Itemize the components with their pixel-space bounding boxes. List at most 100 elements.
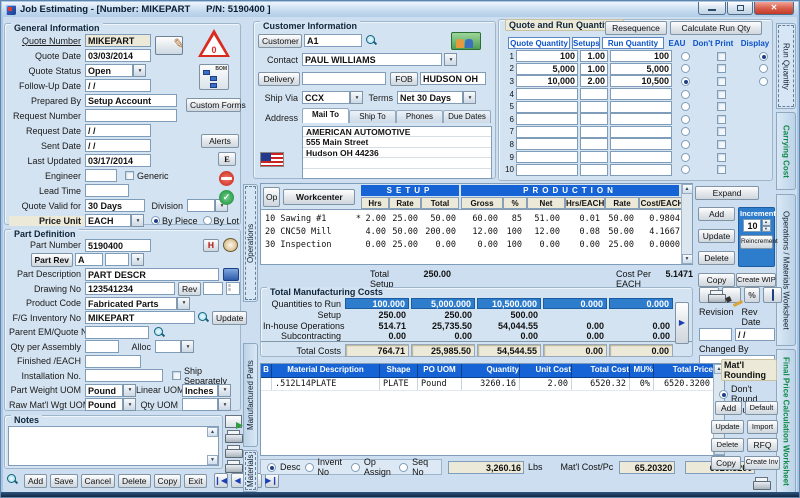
- notes-textarea[interactable]: ▲ ▼: [8, 426, 219, 466]
- delete-material-button[interactable]: Delete: [711, 438, 744, 452]
- finished-each-field[interactable]: [85, 355, 141, 368]
- maximize-button[interactable]: [727, 2, 753, 15]
- tmc-scroll-right-button[interactable]: ▶: [675, 302, 689, 344]
- calculate-run-qty-button[interactable]: Calculate Run Qty: [670, 21, 762, 35]
- setups-input[interactable]: [580, 88, 608, 100]
- qty-uom-field[interactable]: [182, 398, 218, 411]
- quote-qty-input[interactable]: 10,000: [516, 75, 578, 87]
- contact-person-icon[interactable]: [223, 238, 238, 252]
- tab-final-price-worksheet[interactable]: Final Price Calculation Worksheet: [776, 349, 796, 494]
- part-rev-button[interactable]: Part Rev: [31, 253, 74, 267]
- part-weight-uom-field[interactable]: Pound: [85, 384, 123, 397]
- eau-radio[interactable]: [681, 115, 690, 124]
- last-record-button[interactable]: ▶❙: [265, 473, 279, 488]
- eau-radio[interactable]: [681, 140, 690, 149]
- dont-print-checkbox[interactable]: [717, 90, 726, 99]
- quote-status-field[interactable]: Open: [85, 64, 133, 77]
- customer-finance-icon[interactable]: [451, 32, 481, 50]
- increment-field[interactable]: 10: [743, 219, 761, 232]
- import-material-button[interactable]: Import: [747, 420, 778, 434]
- setups-input[interactable]: [580, 126, 608, 138]
- run-qty-input[interactable]: [610, 101, 672, 113]
- tab-operations-materials-worksheet[interactable]: Operations / Materials Worksheet: [776, 194, 796, 346]
- alloc-dropdown[interactable]: [181, 340, 194, 353]
- add-operation-button[interactable]: Add: [698, 207, 735, 221]
- percent-button[interactable]: %: [744, 287, 760, 303]
- display-radio[interactable]: [759, 52, 768, 61]
- print-worksheet-icon[interactable]: [225, 445, 242, 458]
- eau-radio[interactable]: [681, 77, 690, 86]
- bom-icon[interactable]: BOM: [199, 64, 229, 90]
- operations-scrollbar[interactable]: ▲▼: [681, 184, 692, 264]
- customer-search-icon[interactable]: [365, 34, 378, 47]
- parent-quote-field[interactable]: [85, 326, 149, 339]
- eau-radio[interactable]: [681, 153, 690, 162]
- run-qty-input[interactable]: [610, 88, 672, 100]
- eau-radio[interactable]: [681, 90, 690, 99]
- fob-button[interactable]: FOB: [390, 72, 418, 86]
- eau-radio[interactable]: [681, 127, 690, 136]
- alerts-button[interactable]: Alerts: [201, 134, 239, 148]
- parent-quote-search-icon[interactable]: [153, 326, 166, 339]
- dont-print-checkbox[interactable]: [717, 52, 726, 61]
- report-icon[interactable]: [225, 415, 242, 428]
- quote-qty-input[interactable]: 100: [516, 50, 578, 62]
- op-button[interactable]: Op: [263, 187, 280, 207]
- raw-matl-uom-dropdown[interactable]: [123, 398, 136, 411]
- update-material-button[interactable]: Update: [711, 420, 744, 434]
- delete-record-button[interactable]: Delete: [118, 474, 151, 488]
- product-code-field[interactable]: Fabricated Parts: [85, 297, 177, 310]
- rev-date-field[interactable]: / /: [735, 328, 775, 341]
- quote-qty-input[interactable]: 5,000: [516, 63, 578, 75]
- update-inventory-button[interactable]: Update: [212, 311, 247, 325]
- ship-separately-checkbox[interactable]: [172, 371, 181, 380]
- eau-radio[interactable]: [681, 52, 690, 61]
- run-qty-input[interactable]: [610, 138, 672, 150]
- record-search-icon[interactable]: [6, 473, 21, 488]
- part-rev-field2[interactable]: [105, 253, 129, 266]
- tab-phones[interactable]: Phones: [396, 110, 443, 123]
- terms-dropdown[interactable]: [463, 91, 476, 104]
- quote-qty-input[interactable]: [516, 101, 578, 113]
- drawing-no-field[interactable]: 123541234: [85, 282, 175, 295]
- setups-input[interactable]: [580, 113, 608, 125]
- print-materials-icon[interactable]: [753, 477, 770, 490]
- installation-no-field[interactable]: [85, 369, 163, 382]
- ops-scroll-up[interactable]: ▲: [682, 184, 693, 194]
- run-qty-input[interactable]: [610, 113, 672, 125]
- dont-print-checkbox[interactable]: [717, 140, 726, 149]
- tab-run-quantity[interactable]: Run Quantity: [776, 23, 796, 109]
- ship-via-field[interactable]: CCX: [302, 91, 350, 104]
- drawing-rev-button[interactable]: Rev: [178, 282, 201, 296]
- quote-qty-input[interactable]: [516, 113, 578, 125]
- notes-scroll-down[interactable]: ▼: [207, 455, 218, 465]
- setups-input[interactable]: [580, 101, 608, 113]
- operation-row[interactable]: 20 CNC50 Mill4.0050.00200.0012.0010012.0…: [261, 226, 692, 239]
- add-record-button[interactable]: Add: [24, 474, 47, 488]
- quote-qty-input[interactable]: [516, 164, 578, 176]
- last-updated-field[interactable]: 03/17/2014: [85, 154, 151, 167]
- dont-print-checkbox[interactable]: [717, 64, 726, 73]
- price-unit-field[interactable]: EACH: [85, 214, 131, 227]
- quote-number-field[interactable]: MIKEPART: [85, 34, 151, 47]
- seq-no-radio[interactable]: [399, 463, 408, 472]
- engineer-field[interactable]: [85, 169, 117, 182]
- reincrement-button[interactable]: Reincrement: [740, 235, 773, 249]
- price-unit-dropdown[interactable]: [131, 214, 144, 227]
- qty-run-cell[interactable]: 0.000: [543, 298, 607, 309]
- eau-radio[interactable]: [681, 165, 690, 174]
- alloc-field[interactable]: [155, 340, 181, 353]
- part-number-field[interactable]: 5190400: [85, 239, 151, 252]
- ship-via-dropdown[interactable]: [350, 91, 363, 104]
- op-assign-radio[interactable]: [351, 463, 360, 472]
- update-operation-button[interactable]: Update: [698, 229, 735, 243]
- division-field[interactable]: [187, 199, 215, 212]
- contact-dropdown[interactable]: [444, 53, 457, 66]
- by-lot-radio[interactable]: [203, 216, 212, 225]
- ops-scroll-down[interactable]: ▼: [682, 254, 693, 264]
- run-qty-input[interactable]: 100: [610, 50, 672, 62]
- delete-operation-button[interactable]: Delete: [698, 251, 735, 265]
- run-qty-input[interactable]: 10,500: [610, 75, 672, 87]
- setups-input[interactable]: 2.00: [580, 75, 608, 87]
- part-description-field[interactable]: PART DESCR: [85, 268, 219, 281]
